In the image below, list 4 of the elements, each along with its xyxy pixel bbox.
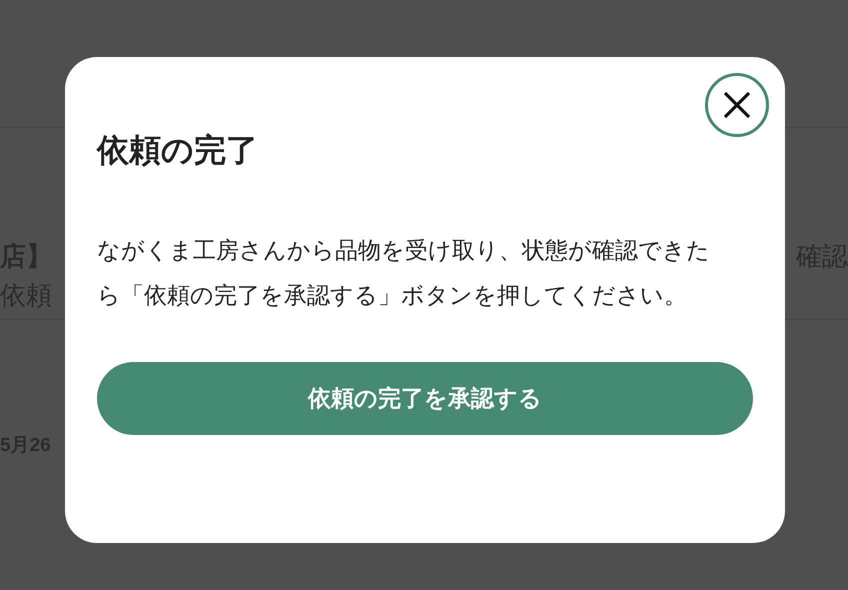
- confirm-button[interactable]: 依頼の完了を承認する: [97, 362, 753, 435]
- dialog-title: 依頼の完了: [97, 131, 259, 170]
- dialog-message: ながくま工房さんから品物を受け取り、状態が確認できたら「依頼の完了を承認する」ボタンを押してください。: [97, 236, 711, 310]
- close-icon: [723, 91, 751, 119]
